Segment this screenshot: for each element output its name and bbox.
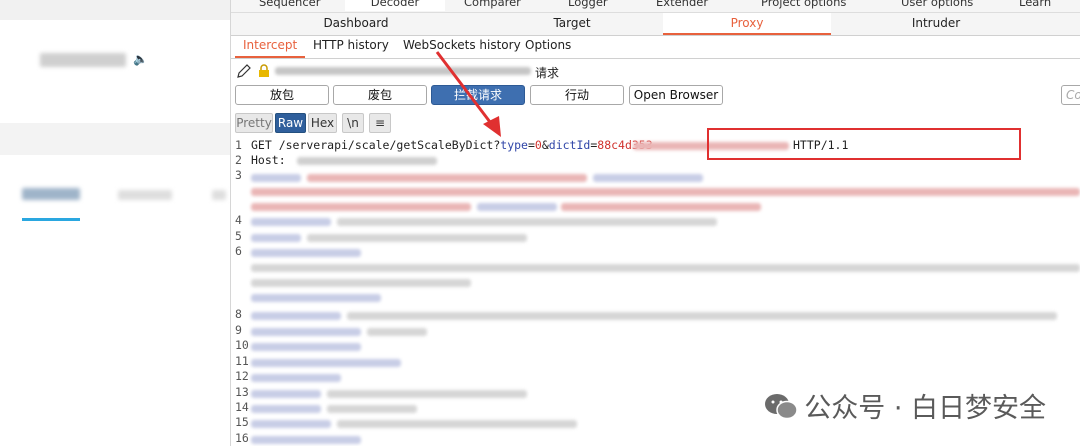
background-app-pane: 🔈 bbox=[0, 0, 230, 446]
watermark: 公众号 · 白日梦安全 bbox=[764, 386, 1046, 425]
blurred-tab bbox=[212, 190, 226, 200]
blurred-title bbox=[40, 53, 126, 67]
background-header-band bbox=[0, 0, 230, 20]
active-tab-underline bbox=[22, 218, 80, 221]
wechat-icon bbox=[765, 394, 798, 420]
burp-window: Sequencer Decoder Comparer Logger Extend… bbox=[231, 0, 1080, 446]
blurred-tab bbox=[118, 190, 172, 200]
watermark-text: 公众号 · 白日梦安全 bbox=[804, 393, 1046, 424]
annotation-arrow-icon bbox=[435, 51, 501, 137]
background-band bbox=[0, 123, 230, 155]
blurred-tab-active bbox=[22, 188, 80, 200]
speaker-icon: 🔈 bbox=[133, 52, 148, 66]
